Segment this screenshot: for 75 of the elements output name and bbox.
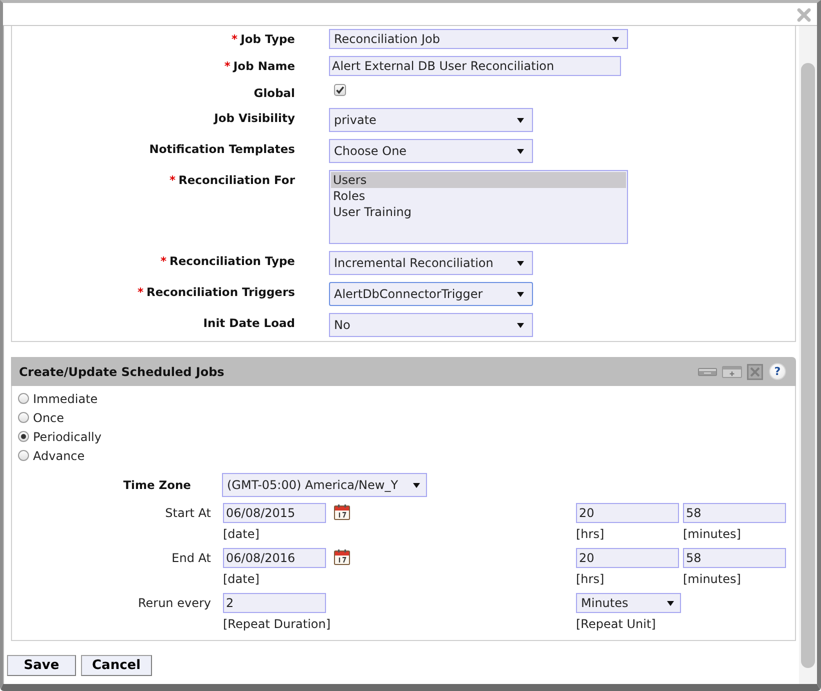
time-field[interactable]: 58: [683, 548, 786, 568]
caret-icon: [517, 118, 524, 122]
field-hint: [Repeat Unit]: [576, 616, 656, 633]
field-label: Job Visibility: [214, 111, 295, 125]
minimize-icon[interactable]: [698, 368, 717, 376]
list-option[interactable]: Users: [331, 172, 626, 188]
time-field[interactable]: 20: [576, 503, 679, 523]
caret-icon: [612, 36, 619, 42]
caret-icon: [413, 482, 420, 488]
caret-icon: [517, 292, 524, 296]
list-option[interactable]: User Training: [331, 204, 626, 220]
field-label: Notification Templates: [149, 142, 295, 156]
select-field[interactable]: Choose One: [329, 139, 533, 163]
select-field[interactable]: (GMT-05:00) America/New_Y: [222, 473, 427, 497]
radio-button[interactable]: [18, 431, 29, 442]
scrollbar-thumb[interactable]: [801, 63, 815, 668]
time-field[interactable]: 58: [683, 503, 786, 523]
required-mark: *: [232, 32, 238, 46]
checkbox[interactable]: [334, 84, 346, 96]
duration-field[interactable]: 2: [223, 593, 326, 613]
caret-icon: [667, 600, 674, 606]
required-mark: *: [160, 254, 166, 268]
field-hint: [Repeat Duration]: [223, 616, 331, 633]
field-hint: [minutes]: [683, 526, 741, 543]
field-label: Reconciliation For: [178, 173, 295, 187]
dialog-button[interactable]: Cancel: [81, 655, 152, 676]
radio-label[interactable]: Immediate: [33, 392, 98, 406]
select-field[interactable]: AlertDbConnectorTrigger: [329, 282, 533, 306]
field-hint: [date]: [223, 526, 260, 543]
select-field[interactable]: Minutes: [576, 593, 681, 613]
dialog-button[interactable]: Save: [7, 655, 76, 676]
panel-title: Create/Update Scheduled Jobs: [19, 364, 224, 378]
date-field[interactable]: 06/08/2016: [223, 548, 326, 568]
radio-button[interactable]: [18, 393, 29, 404]
close-icon[interactable]: [796, 7, 812, 23]
text-field[interactable]: Alert External DB User Reconciliation: [329, 56, 621, 76]
field-label: Rerun every: [136, 596, 211, 610]
help-button[interactable]: ?: [769, 363, 786, 380]
radio-label[interactable]: Advance: [33, 448, 85, 462]
calendar-icon[interactable]: [334, 504, 350, 520]
field-label: Time Zone: [122, 478, 191, 492]
field-hint: [minutes]: [683, 571, 741, 588]
radio-button[interactable]: [18, 412, 29, 423]
caret-icon: [517, 260, 524, 266]
select-field[interactable]: Incremental Reconciliation: [329, 251, 533, 275]
list-box[interactable]: Users Roles User Training: [329, 170, 628, 244]
caret-icon: [517, 148, 524, 154]
field-label: Job Name: [233, 59, 295, 73]
calendar-icon[interactable]: [334, 549, 350, 565]
field-label: Reconciliation Triggers: [146, 285, 295, 299]
field-label: Start At: [164, 506, 211, 520]
radio-button[interactable]: [18, 450, 29, 461]
select-field[interactable]: Reconciliation Job: [329, 29, 628, 49]
field-label: Init Date Load: [203, 316, 295, 330]
field-hint: [hrs]: [576, 571, 604, 588]
caret-icon: [517, 322, 524, 328]
field-label: Reconciliation Type: [169, 254, 295, 268]
field-label: Global: [254, 86, 295, 100]
list-option[interactable]: Roles: [331, 188, 626, 204]
date-field[interactable]: 06/08/2015: [223, 503, 326, 523]
radio-label[interactable]: Once: [33, 410, 64, 424]
required-mark: *: [170, 173, 176, 187]
field-hint: [hrs]: [576, 526, 604, 543]
scrollbar[interactable]: [799, 26, 817, 684]
field-hint: [date]: [223, 571, 260, 588]
time-field[interactable]: 20: [576, 548, 679, 568]
required-mark: *: [138, 285, 144, 299]
maximize-icon[interactable]: [722, 366, 742, 378]
field-label: Job Type: [240, 32, 295, 46]
radio-label[interactable]: Periodically: [33, 430, 102, 444]
select-field[interactable]: No: [329, 313, 533, 337]
close-box-icon[interactable]: [747, 364, 763, 380]
field-label: End At: [170, 551, 211, 565]
required-mark: *: [224, 59, 230, 73]
select-field[interactable]: private: [329, 108, 533, 132]
